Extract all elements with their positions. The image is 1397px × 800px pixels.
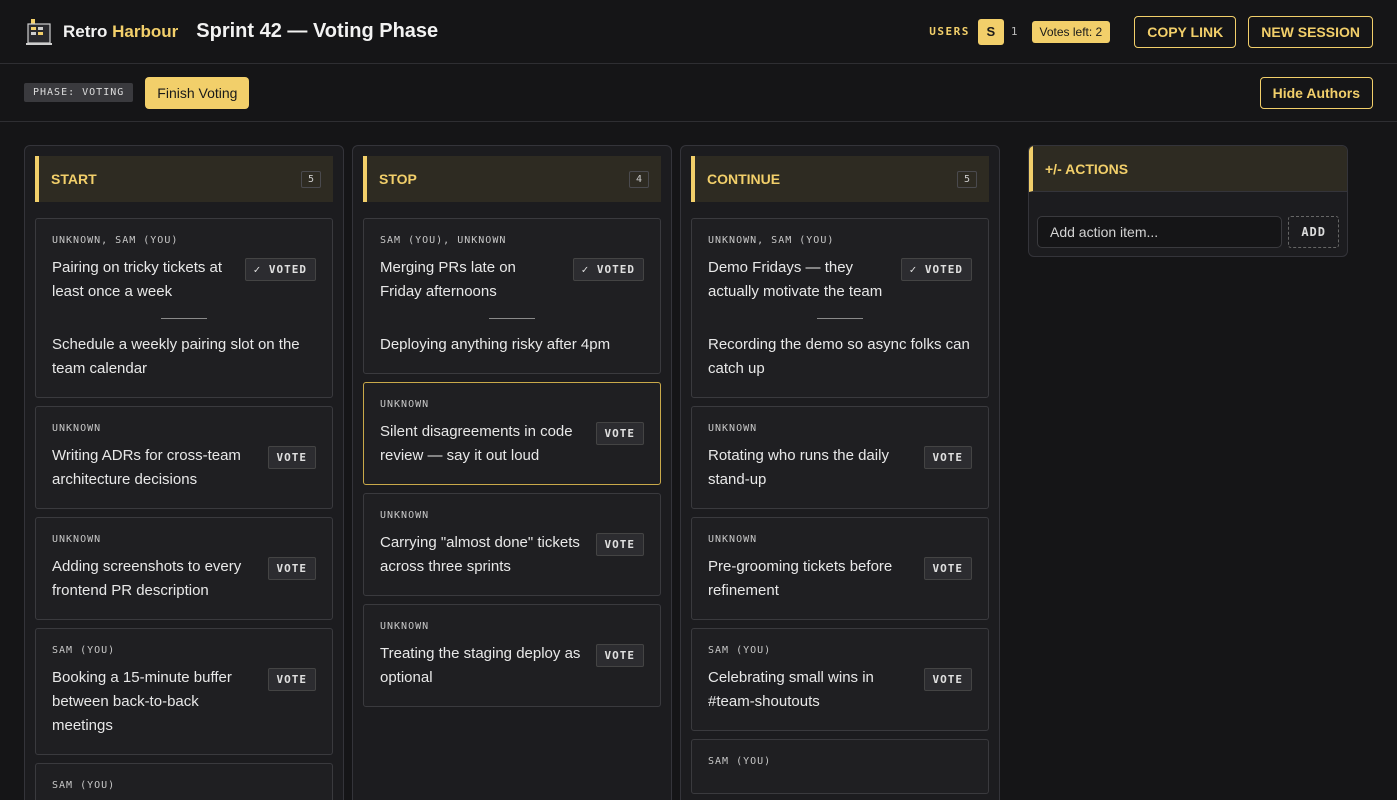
card[interactable]: UNKNOWN Treating the staging deploy as o… [363, 604, 661, 707]
avatar[interactable]: S [977, 18, 1004, 45]
actions-panel: +/- ACTIONS ADD [1028, 145, 1348, 257]
card-author: SAM (YOU) [52, 645, 116, 656]
card-author: SAM (YOU) [52, 780, 116, 791]
column-count: 5 [300, 170, 321, 188]
card-grouped[interactable]: UNKNOWN, SAM (YOU) Pairing on tricky tic… [35, 218, 333, 398]
card[interactable]: UNKNOWN Writing ADRs for cross-team arch… [35, 406, 333, 509]
voted-button[interactable]: ✓ VOTED [244, 258, 316, 281]
new-session-button[interactable]: NEW SESSION [1248, 15, 1373, 48]
user-count: 1 [1010, 25, 1018, 38]
card-grouped-text: Recording the demo so async folks can ca… [708, 336, 970, 377]
column-header: START 5 [35, 156, 333, 202]
card-author: UNKNOWN [380, 621, 430, 632]
column-title: STOP [379, 171, 417, 187]
voted-button[interactable]: ✓ VOTED [900, 258, 972, 281]
card-text: Treating the staging deploy as optional [380, 645, 581, 686]
card-author: UNKNOWN, SAM (YOU) [52, 235, 179, 246]
phase-bar: PHASE: VOTING Finish Voting Hide Authors [0, 64, 1397, 122]
top-bar: Retro Harbour Sprint 42 — Voting Phase U… [0, 0, 1397, 64]
actions-header: +/- ACTIONS [1029, 146, 1347, 192]
column-count: 4 [628, 170, 649, 188]
card-text: Adding screenshots to every frontend PR … [52, 558, 242, 599]
vote-button[interactable]: VOTE [595, 533, 644, 556]
phase-badge: PHASE: VOTING [24, 83, 134, 102]
card-text: Booking a 15-minute buffer between back-… [52, 669, 232, 734]
card-author: SAM (YOU) [708, 756, 772, 767]
card-text: Merging PRs late on Friday afternoons [380, 259, 516, 300]
column-stop: STOP 4 SAM (YOU), UNKNOWN Merging PRs la… [352, 145, 672, 800]
card-author: SAM (YOU), UNKNOWN [380, 235, 507, 246]
card-author: SAM (YOU) [708, 645, 772, 656]
column-header: CONTINUE 5 [691, 156, 989, 202]
hide-authors-button[interactable]: Hide Authors [1259, 76, 1373, 109]
card-selected[interactable]: UNKNOWN Silent disagreements in code rev… [363, 382, 661, 485]
card-text: Carrying "almost done" tickets across th… [380, 534, 580, 575]
page-title: Sprint 42 — Voting Phase [196, 20, 439, 42]
votes-left-badge: Votes left: 2 [1031, 20, 1111, 43]
card-grouped-text: Deploying anything risky after 4pm [380, 336, 611, 353]
card[interactable]: UNKNOWN Rotating who runs the daily stan… [691, 406, 989, 509]
card[interactable]: SAM (YOU) [35, 763, 333, 800]
vote-button[interactable]: VOTE [595, 644, 644, 667]
action-item-input[interactable] [1037, 216, 1283, 248]
vote-button[interactable]: VOTE [267, 446, 316, 469]
card[interactable]: UNKNOWN Pre-grooming tickets before refi… [691, 517, 989, 620]
card-text: Silent disagreements in code review — sa… [380, 423, 573, 464]
brand-prefix: Retro [63, 21, 108, 41]
voted-button[interactable]: ✓ VOTED [572, 258, 644, 281]
vote-button[interactable]: VOTE [595, 422, 644, 445]
card-text: Pre-grooming tickets before refinement [708, 558, 893, 599]
column-header: STOP 4 [363, 156, 661, 202]
vote-button[interactable]: VOTE [923, 668, 972, 691]
card-author: UNKNOWN [708, 534, 758, 545]
card-author: UNKNOWN [380, 399, 430, 410]
card-grouped[interactable]: SAM (YOU), UNKNOWN Merging PRs late on F… [363, 218, 661, 374]
brand-name: Retro Harbour [63, 22, 178, 42]
users-label: USERS [929, 25, 970, 38]
vote-button[interactable]: VOTE [923, 557, 972, 580]
card-text: Rotating who runs the daily stand-up [708, 447, 889, 488]
card-author: UNKNOWN, SAM (YOU) [708, 235, 835, 246]
group-divider [161, 318, 207, 319]
card-text: Demo Fridays — they actually motivate th… [708, 259, 883, 300]
column-start: START 5 UNKNOWN, SAM (YOU) Pairing on tr… [24, 145, 344, 800]
card-author: UNKNOWN [52, 534, 102, 545]
brand-accent: Harbour [112, 21, 179, 41]
card-text: Writing ADRs for cross-team architecture… [52, 447, 241, 488]
vote-button[interactable]: VOTE [923, 446, 972, 469]
vote-button[interactable]: VOTE [267, 668, 316, 691]
actions-title: +/- ACTIONS [1045, 160, 1129, 177]
card-text: Pairing on tricky tickets at least once … [52, 259, 223, 300]
card[interactable]: SAM (YOU) Celebrating small wins in #tea… [691, 628, 989, 731]
card-author: UNKNOWN [380, 510, 430, 521]
card-author: UNKNOWN [52, 423, 102, 434]
vote-button[interactable]: VOTE [267, 557, 316, 580]
group-divider [817, 318, 863, 319]
card-text: Celebrating small wins in #team-shoutout… [708, 669, 874, 710]
harbour-logo-icon [24, 17, 54, 47]
column-count: 5 [956, 170, 977, 188]
add-action-button[interactable]: ADD [1288, 216, 1339, 248]
card-grouped[interactable]: UNKNOWN, SAM (YOU) Demo Fridays — they a… [691, 218, 989, 398]
copy-link-button[interactable]: COPY LINK [1134, 15, 1237, 48]
card-author: UNKNOWN [708, 423, 758, 434]
finish-voting-button[interactable]: Finish Voting [145, 76, 250, 109]
card[interactable]: UNKNOWN Adding screenshots to every fron… [35, 517, 333, 620]
column-title: START [51, 171, 97, 187]
column-continue: CONTINUE 5 UNKNOWN, SAM (YOU) Demo Frida… [680, 145, 1000, 800]
card-grouped-text: Schedule a weekly pairing slot on the te… [52, 336, 300, 377]
column-title: CONTINUE [707, 171, 781, 187]
card[interactable]: SAM (YOU) Booking a 15-minute buffer bet… [35, 628, 333, 755]
group-divider [489, 318, 535, 319]
card[interactable]: SAM (YOU) [691, 739, 989, 794]
card[interactable]: UNKNOWN Carrying "almost done" tickets a… [363, 493, 661, 596]
